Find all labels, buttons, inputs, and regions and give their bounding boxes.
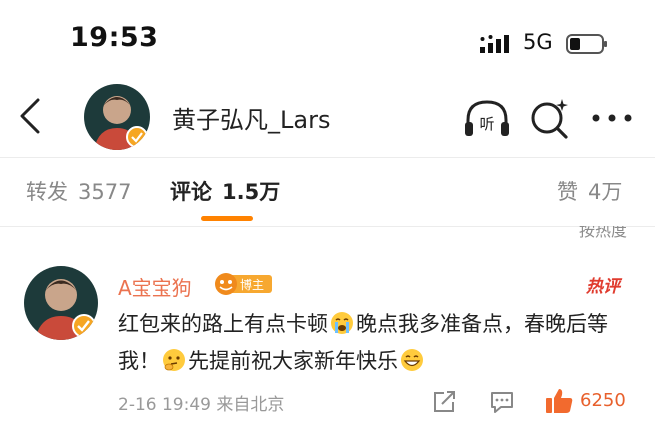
avatar[interactable] — [84, 84, 150, 150]
tab-label: 赞 — [557, 180, 578, 204]
tab-comments[interactable]: 评论 1.5万 — [170, 176, 280, 206]
reply-icon[interactable] — [489, 390, 515, 414]
like-count: 6250 — [580, 390, 626, 411]
tab-label: 评论 — [170, 180, 212, 204]
tab-label: 转发 — [26, 180, 68, 204]
tab-likes[interactable]: 赞 4万 — [557, 176, 622, 206]
thinking-emoji-icon — [163, 349, 185, 371]
sort-label: 按热度 — [578, 226, 627, 240]
comment-item: A宝宝狗 博主 热评 红包来的路上有点卡顿 晚点我多准备点，春晚后等我！ 先提前祝大… — [0, 248, 655, 426]
sort-option-partial[interactable]: 按热度 — [0, 226, 655, 240]
status-time: 19:53 — [70, 22, 159, 53]
blogger-badge: 博主 — [215, 273, 272, 295]
listen-icon[interactable]: 听 — [462, 96, 512, 140]
tab-count: 3577 — [78, 180, 132, 204]
share-icon[interactable] — [432, 390, 458, 414]
hot-comment-badge: 热评 — [586, 277, 620, 297]
battery-icon — [566, 34, 607, 54]
thumbs-up-icon[interactable] — [544, 386, 574, 416]
tab-bar: 转发 3577 评论 1.5万 赞 4万 — [0, 158, 655, 226]
page-title: 黄子弘凡_Lars — [172, 106, 331, 134]
comment-text-segment: 先提前祝大家新年快乐 — [188, 349, 398, 373]
comment-text-segment: 红包来的路上有点卡顿 — [118, 312, 328, 336]
tab-count: 1.5万 — [222, 180, 281, 204]
avatar[interactable] — [24, 266, 98, 340]
crying-emoji-icon — [331, 312, 353, 334]
profile-header: 黄子弘凡_Lars 听 — [0, 70, 655, 158]
tab-count: 4万 — [588, 180, 623, 204]
grinning-emoji-icon — [401, 349, 423, 371]
back-icon[interactable] — [16, 96, 46, 136]
tab-reposts[interactable]: 转发 3577 — [26, 176, 131, 206]
network-label: 5G — [523, 30, 553, 54]
status-bar: 19:53 5G — [0, 0, 655, 70]
signal-icon — [480, 35, 509, 53]
more-icon[interactable] — [590, 110, 634, 126]
active-tab-indicator — [201, 216, 253, 221]
badge-label: 博主 — [240, 277, 264, 292]
comment-meta: 2-16 19:49 来自北京 — [118, 395, 285, 415]
comment-username[interactable]: A宝宝狗 — [118, 272, 192, 301]
comment-text: 红包来的路上有点卡顿 晚点我多准备点，春晚后等我！ 先提前祝大家新年快乐 — [118, 306, 638, 380]
search-icon[interactable] — [528, 96, 572, 140]
svg-text:听: 听 — [479, 115, 494, 133]
